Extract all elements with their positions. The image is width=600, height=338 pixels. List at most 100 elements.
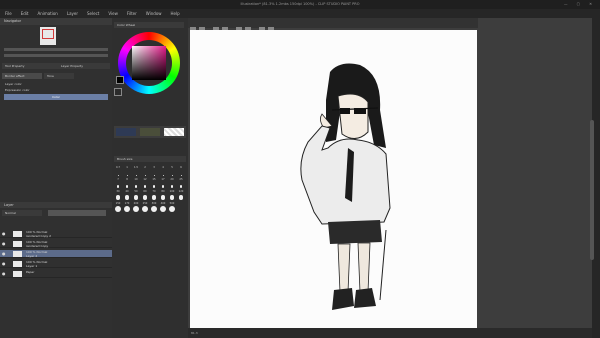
brush-size-cell[interactable]: 7 <box>114 178 122 189</box>
title-bar: Illustration* (81.3% 1.2mbs 150dpi 100%)… <box>0 0 600 9</box>
brush-size-label: 120 <box>178 190 184 193</box>
brush-size-cell[interactable]: 100 <box>168 190 176 201</box>
brush-size-cell[interactable]: 15 <box>150 178 158 189</box>
brush-size-dot <box>170 185 174 188</box>
status-bar: 81.3 <box>188 328 592 338</box>
brush-size-dot <box>159 205 167 212</box>
window-controls[interactable]: — ▢ ✕ <box>564 0 596 9</box>
menu-help[interactable]: Help <box>171 9 180 18</box>
visibility-eye-icon[interactable]: ● <box>2 262 6 266</box>
rotate-slider[interactable] <box>4 54 108 57</box>
brush-size-cell[interactable]: 17 <box>159 178 167 189</box>
brush-size-cell[interactable]: 50 <box>132 190 140 201</box>
brush-size-cell[interactable]: 40 <box>123 190 131 201</box>
color-wheel-tab[interactable]: Color Wheel <box>114 22 184 28</box>
brush-size-label: 15 <box>152 178 156 181</box>
brush-size-cell[interactable]: 120 <box>177 190 185 201</box>
brush-size-cell[interactable]: 20 <box>168 178 176 189</box>
tool-property-tab[interactable]: Tool Property <box>2 63 58 69</box>
zoom-level: 81.3 <box>191 331 198 335</box>
menu-layer[interactable]: Layer <box>67 9 78 18</box>
brush-size-dot <box>153 175 155 176</box>
layer-row[interactable]: ● 100 % Normal rendered Copy <box>0 240 112 248</box>
brush-size-cell[interactable]: 170 <box>123 202 131 213</box>
menu-select[interactable]: Select <box>87 9 99 18</box>
brush-size-cell[interactable]: 150 <box>114 202 122 213</box>
brush-size-cell[interactable]: 4 <box>159 166 167 177</box>
visibility-eye-icon[interactable]: ● <box>2 272 6 276</box>
layer-name: Layer 2 <box>26 254 38 258</box>
layer-property-tab[interactable]: Layer Property <box>58 63 110 69</box>
layer-row[interactable]: ● 100 % Normal Layer 1 <box>0 260 112 268</box>
brush-size-cell[interactable]: 400 <box>159 202 167 213</box>
navigator-preview[interactable] <box>40 27 56 45</box>
brush-size-label: 4 <box>162 166 164 169</box>
menu-view[interactable]: View <box>108 9 118 18</box>
layer-thumbnail <box>13 251 22 257</box>
brush-size-dot <box>160 195 166 200</box>
brush-size-label: 5 <box>171 166 173 169</box>
layer-row[interactable]: ● 100 % Normal rendered Copy 2 <box>0 230 112 238</box>
layer-row[interactable]: ● 100 % Normal Layer 2 <box>0 250 112 258</box>
visibility-eye-icon[interactable]: ● <box>2 242 6 246</box>
brush-size-cell[interactable]: 0.7 <box>114 166 122 177</box>
transparent-swatch[interactable] <box>164 128 184 136</box>
brush-size-cell[interactable]: 5 <box>168 166 176 177</box>
visibility-eye-icon[interactable]: ● <box>2 232 6 236</box>
main-color-chip[interactable] <box>116 76 124 84</box>
brush-size-cell[interactable]: 250 <box>141 202 149 213</box>
canvas-vertical-scrollbar[interactable] <box>590 120 594 260</box>
brush-size-dot <box>152 185 156 188</box>
brush-size-dot <box>126 175 128 176</box>
border-effect-option[interactable]: Border effect <box>2 73 42 79</box>
brush-size-cell[interactable]: 70 <box>150 190 158 201</box>
brush-size-cell[interactable]: 2 <box>141 166 149 177</box>
expression-color-select[interactable]: Color <box>4 94 108 100</box>
menu-window[interactable]: Window <box>146 9 162 18</box>
brush-size-label: 500 <box>169 202 175 205</box>
menu-animation[interactable]: Animation <box>37 9 57 18</box>
opacity-slider[interactable] <box>48 210 106 216</box>
navigator-tab[interactable]: Navigator <box>0 18 112 25</box>
brush-size-label: 170 <box>124 202 130 205</box>
brush-size-cell[interactable]: 6 <box>177 166 185 177</box>
brush-size-cell[interactable]: 8 <box>123 178 131 189</box>
tone-option[interactable]: Tone <box>44 73 74 79</box>
brush-size-cell[interactable]: 500 <box>168 202 176 213</box>
brush-size-label: 6 <box>180 166 182 169</box>
color-swatch[interactable] <box>140 128 160 136</box>
brush-size-cell[interactable]: 300 <box>150 202 158 213</box>
brush-size-cell[interactable]: 1 <box>123 166 131 177</box>
layer-thumbnail <box>13 261 22 267</box>
brush-size-cell[interactable]: 1.5 <box>132 166 140 177</box>
color-swatch[interactable] <box>116 128 136 136</box>
brush-size-cell[interactable]: 200 <box>132 202 140 213</box>
brush-size-cell[interactable]: 30 <box>114 190 122 201</box>
menu-filter[interactable]: Filter <box>127 9 137 18</box>
drawing-paper[interactable] <box>190 30 477 328</box>
brush-size-dot <box>135 175 137 176</box>
brush-size-cell[interactable]: 3 <box>150 166 158 177</box>
saturation-value-square[interactable] <box>132 46 166 80</box>
brush-size-cell[interactable]: 12 <box>141 178 149 189</box>
visibility-eye-icon[interactable]: ● <box>2 252 6 256</box>
brush-size-cell[interactable]: 80 <box>159 190 167 201</box>
menu-edit[interactable]: Edit <box>21 9 29 18</box>
brush-size-cell[interactable]: 60 <box>141 190 149 201</box>
layer-row[interactable]: ● Paper <box>0 270 112 278</box>
color-set-strip[interactable] <box>114 126 186 138</box>
menu-file[interactable]: File <box>5 9 12 18</box>
sub-color-chip[interactable] <box>114 88 122 96</box>
zoom-slider[interactable] <box>4 48 108 51</box>
brush-size-label: 10 <box>134 178 138 181</box>
brush-size-dot <box>143 185 147 188</box>
brush-size-label: 1.5 <box>134 166 138 169</box>
brush-size-label: 8 <box>126 178 128 181</box>
brush-size-tab[interactable]: Brush size <box>114 156 186 162</box>
menu-bar: File Edit Animation Layer Select View Fi… <box>0 9 600 18</box>
brush-size-cell[interactable]: 25 <box>177 178 185 189</box>
brush-size-label: 1 <box>126 166 128 169</box>
layer-panel-tab[interactable]: Layer <box>0 202 112 208</box>
blend-mode-select[interactable]: Normal <box>2 210 42 216</box>
brush-size-cell[interactable]: 10 <box>132 178 140 189</box>
